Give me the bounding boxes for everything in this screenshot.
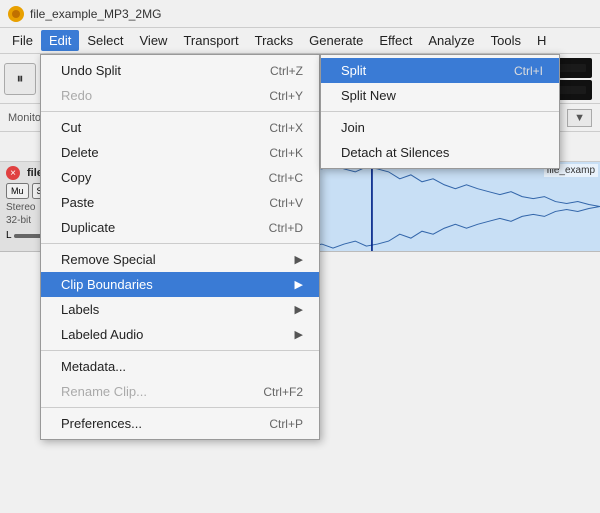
separator-2 xyxy=(41,243,319,244)
arrow-clip-boundaries: ▶ xyxy=(295,278,303,291)
shortcut-cut: Ctrl+X xyxy=(269,121,303,135)
submenu-detach-silences[interactable]: Detach at Silences xyxy=(321,140,559,165)
menu-duplicate[interactable]: Duplicate Ctrl+D xyxy=(41,215,319,240)
menu-labeled-audio[interactable]: Labeled Audio ▶ xyxy=(41,322,319,347)
menu-clip-boundaries[interactable]: Clip Boundaries ▶ xyxy=(41,272,319,297)
separator-3 xyxy=(41,350,319,351)
shortcut-preferences: Ctrl+P xyxy=(269,417,303,431)
mute-button[interactable]: Mu xyxy=(6,183,29,199)
submenu-join[interactable]: Join xyxy=(321,115,559,140)
submenu-separator xyxy=(321,111,559,112)
menu-copy[interactable]: Copy Ctrl+C xyxy=(41,165,319,190)
shortcut-delete: Ctrl+K xyxy=(269,146,303,160)
menu-help[interactable]: H xyxy=(529,30,554,51)
arrow-labeled-audio: ▶ xyxy=(295,328,303,341)
menu-metadata[interactable]: Metadata... xyxy=(41,354,319,379)
track-close-btn[interactable]: × xyxy=(6,166,20,180)
menu-generate[interactable]: Generate xyxy=(301,30,371,51)
menu-effect[interactable]: Effect xyxy=(371,30,420,51)
menu-preferences[interactable]: Preferences... Ctrl+P xyxy=(41,411,319,436)
menu-view[interactable]: View xyxy=(132,30,176,51)
menu-transport[interactable]: Transport xyxy=(175,30,246,51)
toolbar-pause[interactable]: ⏸ xyxy=(4,63,36,95)
window-title: file_example_MP3_2MG xyxy=(30,7,161,21)
menu-remove-special[interactable]: Remove Special ▶ xyxy=(41,247,319,272)
shortcut-split: Ctrl+I xyxy=(514,64,543,78)
menu-labels[interactable]: Labels ▶ xyxy=(41,297,319,322)
clip-boundaries-submenu: Split Ctrl+I Split New Join Detach at Si… xyxy=(320,54,560,169)
menu-rename-clip[interactable]: Rename Clip... Ctrl+F2 xyxy=(41,379,319,404)
shortcut-duplicate: Ctrl+D xyxy=(269,221,303,235)
shortcut-undo: Ctrl+Z xyxy=(270,64,303,78)
menu-tracks[interactable]: Tracks xyxy=(247,30,302,51)
shortcut-rename: Ctrl+F2 xyxy=(263,385,303,399)
arrow-labels: ▶ xyxy=(295,303,303,316)
submenu-split-new[interactable]: Split New xyxy=(321,83,559,108)
separator-4 xyxy=(41,407,319,408)
app-icon xyxy=(8,6,24,22)
menu-edit[interactable]: Edit xyxy=(41,30,79,51)
menu-bar: File Edit Select View Transport Tracks G… xyxy=(0,28,600,54)
submenu-split[interactable]: Split Ctrl+I xyxy=(321,58,559,83)
menu-delete[interactable]: Delete Ctrl+K xyxy=(41,140,319,165)
shortcut-copy: Ctrl+C xyxy=(269,171,303,185)
separator-1 xyxy=(41,111,319,112)
menu-redo[interactable]: Redo Ctrl+Y xyxy=(41,83,319,108)
title-bar: file_example_MP3_2MG xyxy=(0,0,600,28)
edit-menu-dropdown: Undo Split Ctrl+Z Redo Ctrl+Y Cut Ctrl+X… xyxy=(40,54,320,440)
shortcut-paste: Ctrl+V xyxy=(269,196,303,210)
arrow-remove-special: ▶ xyxy=(295,253,303,266)
menu-select[interactable]: Select xyxy=(79,30,131,51)
menu-file[interactable]: File xyxy=(4,30,41,51)
shortcut-redo: Ctrl+Y xyxy=(269,89,303,103)
monitoring-dropdown[interactable]: ▼ xyxy=(567,109,592,127)
track-gain-label: L xyxy=(6,230,12,241)
menu-paste[interactable]: Paste Ctrl+V xyxy=(41,190,319,215)
menu-cut[interactable]: Cut Ctrl+X xyxy=(41,115,319,140)
menu-undo-split[interactable]: Undo Split Ctrl+Z xyxy=(41,58,319,83)
menu-analyze[interactable]: Analyze xyxy=(420,30,482,51)
menu-tools[interactable]: Tools xyxy=(483,30,529,51)
